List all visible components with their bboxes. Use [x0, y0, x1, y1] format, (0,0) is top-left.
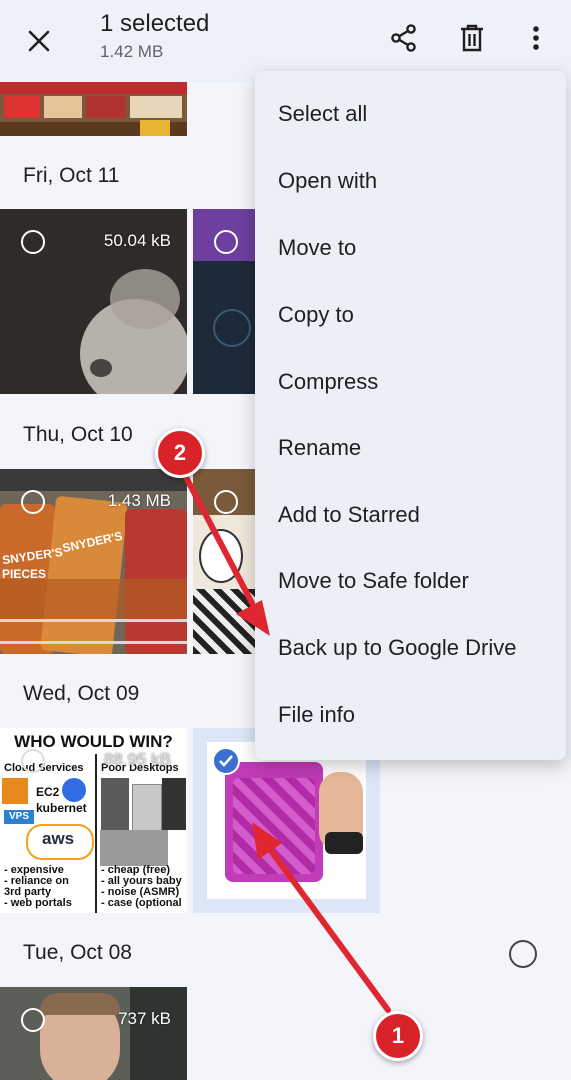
- menu-item-rename[interactable]: Rename: [255, 415, 566, 481]
- delete-button[interactable]: [452, 18, 492, 58]
- date-header-wed: Wed, Oct 09: [23, 682, 140, 705]
- photo-thumbnail-purple[interactable]: [193, 209, 255, 394]
- file-size-label: 737 kB: [118, 1009, 171, 1028]
- menu-item-select-all[interactable]: Select all: [255, 81, 566, 147]
- date-header-fri: Fri, Oct 11: [23, 164, 120, 187]
- menu-item-compress[interactable]: Compress: [255, 349, 566, 415]
- meme-left-list: - expensive - reliance on 3rd party - we…: [4, 864, 72, 909]
- delete-icon: [461, 24, 483, 52]
- share-icon: [391, 24, 416, 52]
- photo-thumbnail-snacks[interactable]: SNYDER'S SNYDER'S PIECES 1.43 MB: [0, 469, 187, 654]
- snack-brand-label: PIECES: [2, 567, 47, 581]
- step-badge-2: 2: [155, 428, 205, 478]
- select-day-circle[interactable]: [509, 940, 537, 968]
- photo-thumbnail-cartoon[interactable]: [193, 469, 255, 654]
- select-circle[interactable]: [214, 230, 238, 254]
- aws-label: aws: [42, 829, 75, 848]
- menu-item-move-to-safe-folder[interactable]: Move to Safe folder: [255, 548, 566, 614]
- select-circle[interactable]: [21, 230, 45, 254]
- step-badge-1: 1: [373, 1011, 423, 1061]
- close-button[interactable]: [18, 20, 60, 62]
- menu-item-add-to-starred[interactable]: Add to Starred: [255, 482, 566, 548]
- overflow-menu: Select all Open with Move to Copy to Com…: [255, 71, 566, 760]
- selection-size: 1.42 MB: [100, 42, 164, 61]
- top-app-bar: 1 selected 1.42 MB: [0, 0, 571, 82]
- more-vert-icon: [533, 26, 539, 50]
- file-size-label: 88.95 kB: [103, 750, 171, 769]
- photo-thumbnail-cat[interactable]: 50.04 kB: [0, 209, 187, 394]
- menu-item-file-info[interactable]: File info: [255, 682, 566, 748]
- file-size-label: 50.04 kB: [103, 231, 171, 250]
- select-circle[interactable]: [21, 749, 45, 773]
- menu-item-open-with[interactable]: Open with: [255, 148, 566, 214]
- date-header-thu: Thu, Oct 10: [23, 423, 133, 446]
- check-icon: [219, 755, 233, 767]
- meme-right-list: - cheap (free) - all yours baby - noise …: [101, 864, 182, 909]
- select-circle[interactable]: [214, 490, 238, 514]
- share-button[interactable]: [384, 18, 424, 58]
- select-circle[interactable]: [21, 490, 45, 514]
- photo-thumbnail-partial[interactable]: [0, 82, 187, 136]
- ec2-label: EC2: [36, 785, 60, 799]
- kubernetes-label: kubernet: [36, 801, 87, 815]
- file-size-label: 1.43 MB: [107, 491, 171, 510]
- close-icon: [28, 30, 50, 52]
- menu-item-back-up-to-google-drive[interactable]: Back up to Google Drive: [255, 615, 566, 681]
- more-options-button[interactable]: [518, 18, 554, 58]
- selected-check[interactable]: [212, 747, 240, 775]
- vps-label: VPS: [9, 811, 30, 822]
- select-circle[interactable]: [21, 1008, 45, 1032]
- photo-thumbnail-meme[interactable]: WHO WOULD WIN? Cloud Services Poor Deskt…: [0, 728, 187, 913]
- date-header-tue: Tue, Oct 08: [23, 941, 132, 964]
- photo-thumbnail-man[interactable]: 737 kB: [0, 987, 187, 1080]
- menu-item-move-to[interactable]: Move to: [255, 215, 566, 281]
- menu-item-copy-to[interactable]: Copy to: [255, 282, 566, 348]
- selection-count: 1 selected: [100, 10, 210, 37]
